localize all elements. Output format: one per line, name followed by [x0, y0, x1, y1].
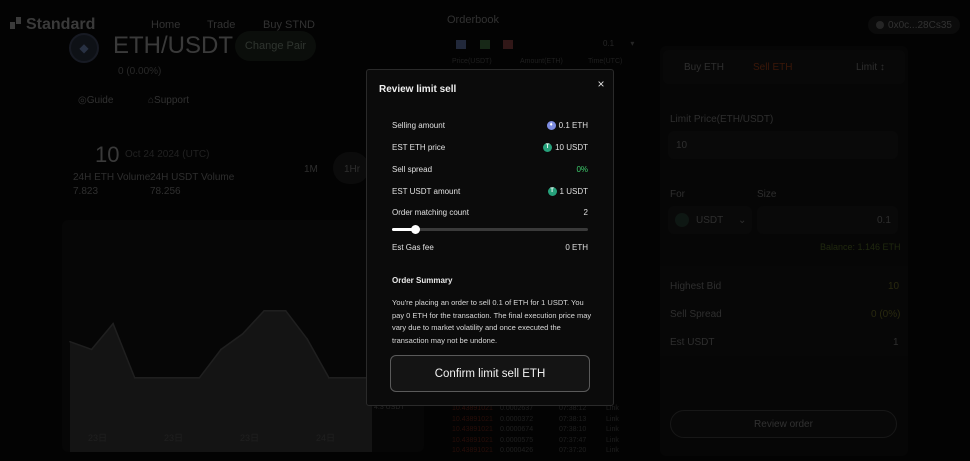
confirm-limit-sell-button[interactable]: Confirm limit sell ETH — [390, 355, 590, 392]
row-value: 1 USDT — [559, 186, 588, 196]
row-label: Selling amount — [392, 120, 445, 130]
row-value: 2 — [583, 207, 588, 217]
sell-spread-row: Sell spread 0% — [392, 163, 588, 175]
order-summary-text: You're placing an order to sell 0.1 of E… — [392, 298, 592, 345]
order-summary-title: Order Summary — [392, 276, 453, 285]
usdt-icon: T — [547, 186, 557, 196]
close-icon[interactable]: × — [595, 77, 607, 91]
row-label: EST USDT amount — [392, 186, 461, 196]
row-label: Sell spread — [392, 164, 433, 174]
row-value: 0.1 ETH — [558, 120, 588, 130]
selling-amount-row: Selling amount ♦ 0.1 ETH — [392, 119, 588, 131]
modal-title: Review limit sell — [379, 84, 457, 95]
row-label: EST ETH price — [392, 142, 446, 152]
eth-icon: ♦ — [546, 120, 556, 130]
order-matching-count-row: Order matching count 2 — [392, 206, 588, 218]
matching-count-slider-handle[interactable] — [411, 225, 421, 234]
matching-count-slider[interactable] — [392, 228, 588, 231]
row-label: Order matching count — [392, 207, 469, 217]
gas-fee-row: Est Gas fee 0 ETH — [392, 241, 588, 253]
row-value: 10 USDT — [555, 142, 588, 152]
usdt-icon: T — [543, 142, 553, 152]
row-value: 0 ETH — [565, 242, 588, 252]
row-label: Est Gas fee — [392, 242, 434, 252]
row-value: 0% — [576, 164, 588, 174]
est-eth-price-row: EST ETH price T 10 USDT — [392, 141, 588, 153]
est-usdt-amount-row: EST USDT amount T1 USDT — [392, 185, 588, 197]
